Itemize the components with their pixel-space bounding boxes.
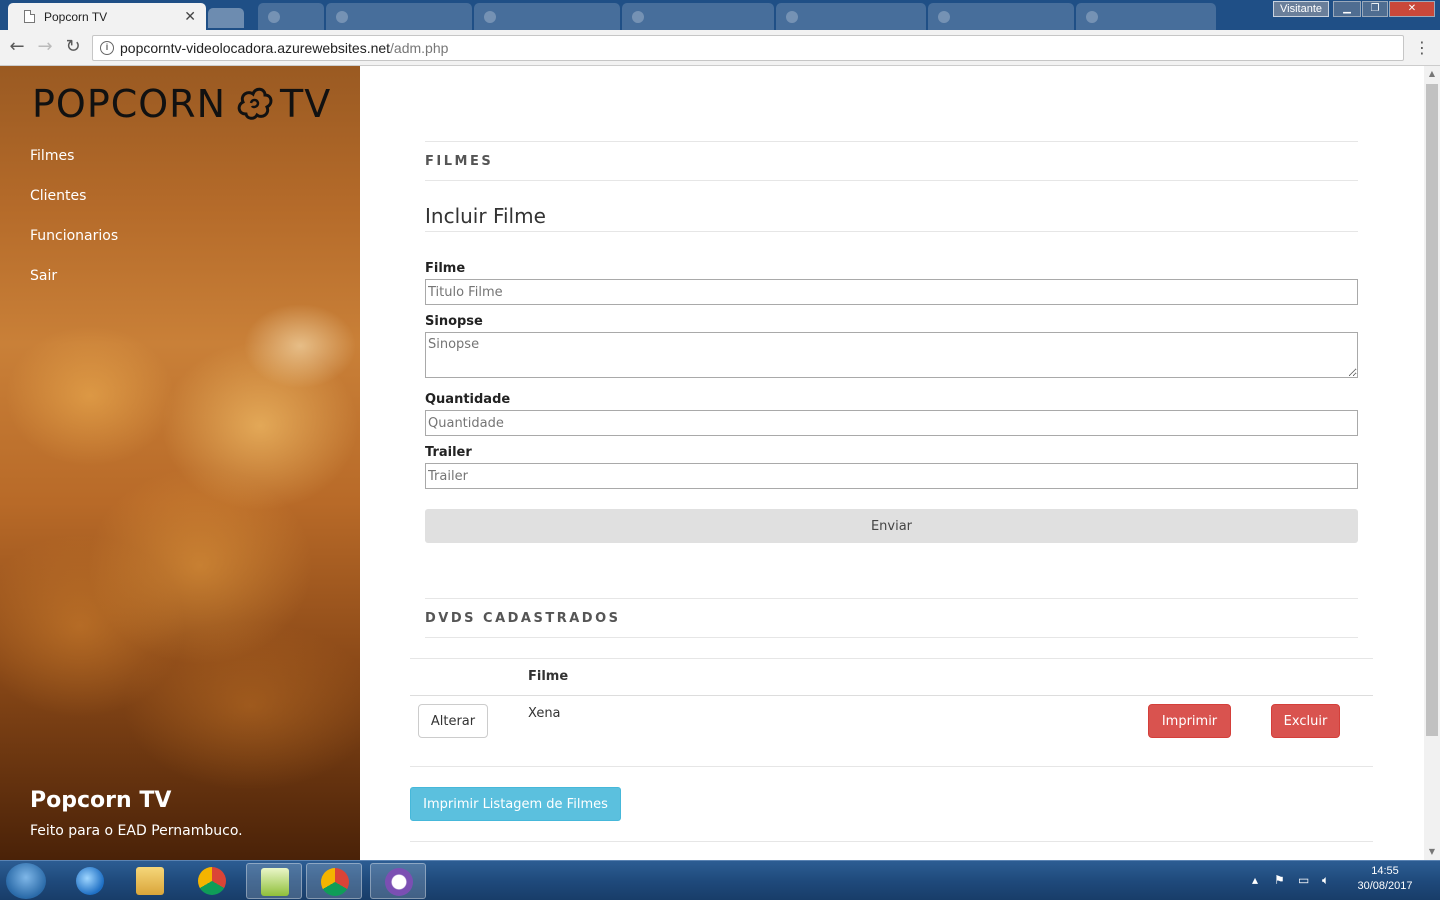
divider xyxy=(425,180,1358,181)
taskbar-chrome-icon[interactable] xyxy=(184,863,240,899)
imprimir-button[interactable]: Imprimir xyxy=(1148,704,1231,738)
browser-toolbar: ← → ↻ i popcorntv-videolocadora.azureweb… xyxy=(0,30,1440,66)
tab-favicon xyxy=(336,11,348,23)
tab-favicon xyxy=(938,11,950,23)
tab-favicon xyxy=(484,11,496,23)
tab-favicon xyxy=(632,11,644,23)
scroll-up-arrow-icon[interactable]: ▲ xyxy=(1424,66,1440,82)
print-film-list-button[interactable]: Imprimir Listagem de Filmes xyxy=(410,787,621,821)
form-title: Incluir Filme xyxy=(425,204,546,228)
nav-link-filmes[interactable]: Filmes xyxy=(30,146,118,186)
close-tab-icon[interactable]: ✕ xyxy=(184,8,196,25)
excluir-button[interactable]: Excluir xyxy=(1271,704,1340,738)
close-window-icon[interactable]: ✕ xyxy=(1389,1,1435,17)
taskbar-folder-icon[interactable] xyxy=(122,863,178,899)
table-top-border xyxy=(410,658,1373,659)
browser-tab-background[interactable] xyxy=(258,3,324,30)
tray-expand-icon[interactable]: ▴ xyxy=(1252,873,1258,887)
alterar-button[interactable]: Alterar xyxy=(418,704,488,738)
scrollbar-thumb[interactable] xyxy=(1426,84,1438,736)
label-trailer: Trailer xyxy=(425,445,472,460)
tray-volume-icon[interactable]: 🔈︎ xyxy=(1322,873,1329,888)
taskbar-internet-explorer-icon[interactable] xyxy=(62,863,118,899)
clock-date: 30/08/2017 xyxy=(1357,880,1413,892)
sinopse-textarea[interactable] xyxy=(425,332,1358,378)
brand-subtitle: Feito para o EAD Pernambuco. xyxy=(30,823,243,839)
url-path: /adm.php xyxy=(390,40,449,56)
browser-tab-background[interactable] xyxy=(622,3,774,30)
forward-arrow-icon[interactable]: → xyxy=(33,36,57,60)
windows-taskbar: ▴ ⚑ ▭ 🔈︎ 14:55 30/08/2017 xyxy=(0,860,1440,900)
browser-tab-background[interactable] xyxy=(326,3,472,30)
divider xyxy=(425,598,1358,599)
nav-link-clientes[interactable]: Clientes xyxy=(30,186,118,226)
browser-tab-background[interactable] xyxy=(776,3,926,30)
quantidade-input[interactable] xyxy=(425,410,1358,436)
back-arrow-icon[interactable]: ← xyxy=(5,36,29,60)
tab-favicon xyxy=(786,11,798,23)
profile-badge[interactable]: Visitante xyxy=(1273,1,1329,17)
reload-icon[interactable]: ↻ xyxy=(61,36,85,60)
label-filme: Filme xyxy=(425,261,466,276)
popcorn-logo-icon xyxy=(237,87,273,120)
tab-favicon xyxy=(1086,11,1098,23)
section-title-dvds: DVDS CADASTRADOS xyxy=(425,611,621,626)
url-text: popcorntv-videolocadora.azurewebsites.ne… xyxy=(120,40,448,56)
site-info-icon[interactable]: i xyxy=(100,41,114,55)
table-header-border xyxy=(410,695,1373,696)
nav-link-sair[interactable]: Sair xyxy=(30,266,118,306)
sidebar: POPCORN TV Filmes Clientes Funcionarios … xyxy=(0,66,360,860)
browser-tab-strip: Popcorn TV ✕ Visitante ▁ ❐ ✕ xyxy=(0,0,1440,30)
browser-menu-icon[interactable]: ⋮ xyxy=(1414,38,1430,57)
tray-clock[interactable]: 14:55 30/08/2017 xyxy=(1350,864,1420,894)
filme-title-input[interactable] xyxy=(425,279,1358,305)
tab-title: Popcorn TV xyxy=(44,10,108,24)
popcorn-tv-logo: POPCORN TV xyxy=(32,82,331,126)
start-button-icon[interactable] xyxy=(6,863,46,899)
page-scrollbar[interactable]: ▲ ▼ xyxy=(1424,66,1440,860)
browser-tab-background[interactable] xyxy=(1076,3,1216,30)
table-header-filme: Filme xyxy=(528,669,569,684)
url-host: popcorntv-videolocadora.azurewebsites.ne… xyxy=(120,40,391,56)
new-tab-button[interactable] xyxy=(208,8,244,28)
browser-tab-background[interactable] xyxy=(474,3,620,30)
taskbar-notepad-icon[interactable] xyxy=(246,863,302,899)
table-bottom-border xyxy=(410,766,1373,767)
enviar-button[interactable]: Enviar xyxy=(425,509,1358,543)
sidebar-nav: Filmes Clientes Funcionarios Sair xyxy=(30,146,118,306)
section-title-filmes: FILMES xyxy=(425,154,494,169)
table-cell-filme: Xena xyxy=(528,706,561,721)
trailer-input[interactable] xyxy=(425,463,1358,489)
main-content: FILMES Incluir Filme Filme Sinopse Quant… xyxy=(360,66,1424,860)
sidebar-footer: Popcorn TV Feito para o EAD Pernambuco. xyxy=(30,788,243,839)
nav-link-funcionarios[interactable]: Funcionarios xyxy=(30,226,118,266)
browser-tab-active[interactable]: Popcorn TV ✕ xyxy=(8,3,206,30)
label-quantidade: Quantidade xyxy=(425,392,511,407)
tray-flag-icon[interactable]: ⚑ xyxy=(1274,873,1285,887)
clock-time: 14:55 xyxy=(1371,865,1399,877)
browser-tab-background[interactable] xyxy=(928,3,1074,30)
scroll-down-arrow-icon[interactable]: ▼ xyxy=(1424,844,1440,860)
taskbar-chrome-active-icon[interactable] xyxy=(306,863,362,899)
brand-title: Popcorn TV xyxy=(30,788,172,813)
divider xyxy=(425,637,1358,638)
tab-favicon xyxy=(268,11,280,23)
address-bar[interactable]: i popcorntv-videolocadora.azurewebsites.… xyxy=(92,35,1404,61)
tray-network-icon[interactable]: ▭ xyxy=(1298,873,1309,887)
page-icon xyxy=(24,10,35,23)
divider xyxy=(410,841,1373,842)
divider xyxy=(425,231,1358,232)
label-sinopse: Sinopse xyxy=(425,314,483,329)
divider xyxy=(425,141,1358,142)
restore-window-icon[interactable]: ❐ xyxy=(1362,1,1388,17)
minimize-window-icon[interactable]: ▁ xyxy=(1333,1,1361,17)
logo-text-left: POPCORN xyxy=(32,82,227,126)
logo-text-right: TV xyxy=(280,82,332,126)
taskbar-app-icon[interactable] xyxy=(370,863,426,899)
